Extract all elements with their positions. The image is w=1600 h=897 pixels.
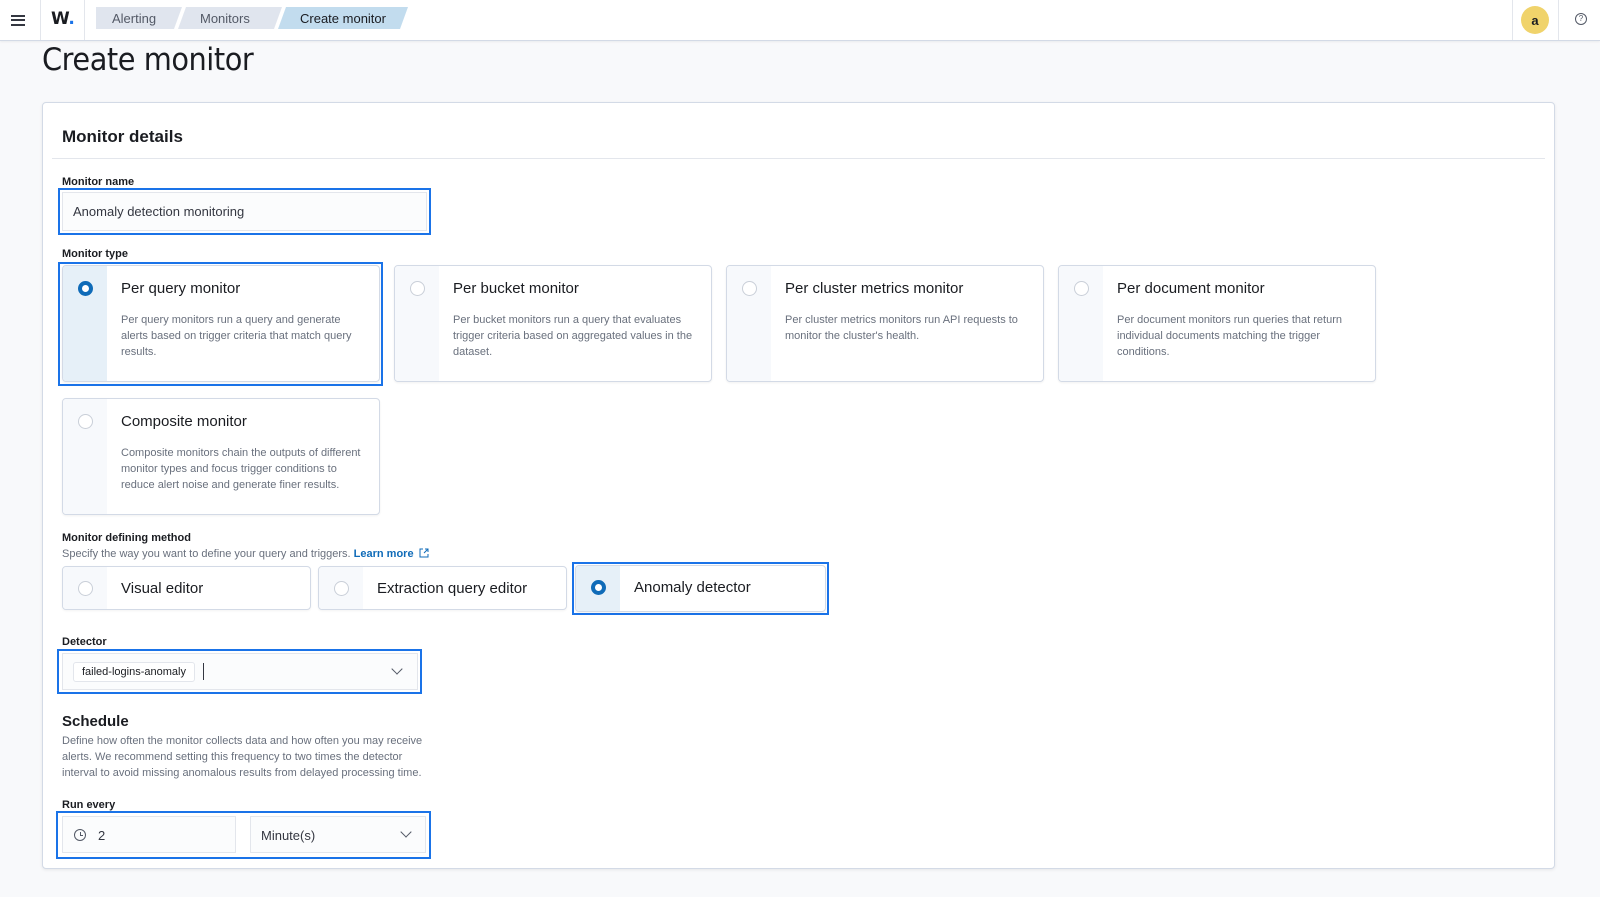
section-divider <box>52 158 1545 159</box>
header-divider <box>1558 0 1559 40</box>
radio-icon[interactable] <box>78 414 93 429</box>
method-anomaly-detector[interactable]: Anomaly detector <box>575 565 826 612</box>
section-title: Monitor details <box>62 127 183 146</box>
card-description: Per cluster metrics monitors run API req… <box>785 314 1018 342</box>
radio-icon[interactable] <box>78 581 93 596</box>
card-title: Per query monitor <box>121 280 241 297</box>
monitor-type-per-bucket[interactable]: Per bucket monitor Per bucket monitors r… <box>394 265 712 382</box>
text-caret <box>202 663 204 680</box>
header-divider <box>1512 0 1513 40</box>
radio-selected-icon[interactable] <box>591 580 606 595</box>
method-label: Anomaly detector <box>634 579 751 596</box>
hamburger-icon <box>11 14 25 26</box>
card-title: Per cluster metrics monitor <box>785 280 964 297</box>
logo-text: W <box>51 9 69 29</box>
card-description: Per bucket monitors run a query that eva… <box>453 314 693 358</box>
breadcrumb-monitors[interactable]: Monitors <box>178 7 282 29</box>
user-avatar[interactable]: a <box>1521 6 1549 34</box>
interval-value: 2 <box>98 828 106 843</box>
monitor-details-panel: Monitor details Monitor name Anomaly det… <box>42 102 1555 869</box>
menu-button[interactable] <box>0 0 36 40</box>
detector-selected-pill[interactable]: failed-logins-anomaly <box>73 661 195 682</box>
breadcrumb-create-monitor: Create monitor <box>278 7 408 29</box>
method-label: Visual editor <box>121 580 204 597</box>
chevron-down-icon[interactable] <box>400 826 412 838</box>
detector-combobox[interactable]: failed-logins-anomaly <box>62 653 418 690</box>
run-every-label: Run every <box>62 799 116 811</box>
method-visual-editor[interactable]: Visual editor <box>62 566 311 610</box>
header-divider <box>84 0 85 40</box>
card-description: Composite monitors chain the outputs of … <box>121 447 361 491</box>
helper-text: Specify the way you want to define your … <box>62 548 351 560</box>
monitor-type-per-cluster-metrics[interactable]: Per cluster metrics monitor Per cluster … <box>726 265 1044 382</box>
card-title: Per document monitor <box>1117 280 1265 297</box>
app-logo[interactable]: W. <box>51 9 75 29</box>
defining-method-label: Monitor defining method <box>62 532 191 544</box>
interval-input[interactable]: 2 <box>62 816 236 853</box>
monitor-type-per-query[interactable]: Per query monitor Per query monitors run… <box>62 265 380 382</box>
card-description: Per query monitors run a query and gener… <box>121 314 352 358</box>
radio-icon[interactable] <box>334 581 349 596</box>
unit-value: Minute(s) <box>261 828 316 843</box>
breadcrumb-alerting[interactable]: Alerting <box>96 7 182 29</box>
header-divider <box>40 0 41 40</box>
monitor-type-per-document[interactable]: Per document monitor Per document monito… <box>1058 265 1376 382</box>
monitor-type-composite[interactable]: Composite monitor Composite monitors cha… <box>62 398 380 515</box>
chevron-down-icon[interactable] <box>391 663 403 675</box>
interval-unit-select[interactable]: Minute(s) <box>250 816 426 853</box>
radio-icon[interactable] <box>742 281 757 296</box>
learn-more-link[interactable]: Learn more <box>354 548 414 560</box>
top-header: W. Alerting Monitors Create monitor a ? <box>0 0 1600 41</box>
card-description: Per document monitors run queries that r… <box>1117 314 1343 358</box>
schedule-title: Schedule <box>62 713 129 730</box>
method-extraction-query-editor[interactable]: Extraction query editor <box>318 566 567 610</box>
monitor-type-label: Monitor type <box>62 248 128 260</box>
radio-selected-icon[interactable] <box>78 281 93 296</box>
external-link-icon[interactable] <box>419 548 429 558</box>
radio-icon[interactable] <box>410 281 425 296</box>
detector-label: Detector <box>62 636 107 648</box>
method-label: Extraction query editor <box>377 580 528 597</box>
breadcrumb: Alerting Monitors Create monitor <box>96 7 404 29</box>
card-title: Composite monitor <box>121 413 247 430</box>
radio-icon[interactable] <box>1074 281 1089 296</box>
monitor-name-input[interactable]: Anomaly detection monitoring <box>62 192 427 231</box>
schedule-description: Define how often the monitor collects da… <box>62 735 423 779</box>
help-icon[interactable]: ? <box>1575 13 1587 25</box>
logo-dot: . <box>68 9 75 29</box>
defining-method-helper: Specify the way you want to define your … <box>62 548 429 560</box>
page-title: Create monitor <box>42 42 254 78</box>
card-title: Per bucket monitor <box>453 280 579 297</box>
clock-icon <box>74 829 86 841</box>
monitor-name-label: Monitor name <box>62 176 135 188</box>
